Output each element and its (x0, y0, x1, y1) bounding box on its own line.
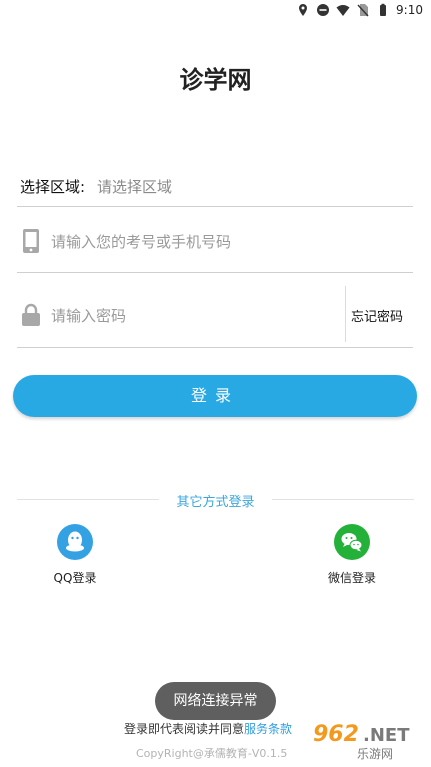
phone-icon (23, 229, 39, 253)
login-button[interactable]: 登录 (13, 375, 417, 417)
wechat-icon[interactable] (334, 524, 370, 560)
qq-icon[interactable] (57, 524, 93, 560)
agreement-prefix: 登录即代表阅读并同意 (124, 722, 245, 736)
status-time: 9:10 (396, 3, 423, 17)
lock-icon (22, 303, 40, 326)
svg-text:962: 962 (313, 722, 359, 747)
svg-text:.NET: .NET (363, 725, 410, 746)
region-placeholder[interactable]: 请选择区域 (97, 176, 172, 197)
battery-icon (380, 3, 387, 16)
region-selector[interactable]: 选择区域: 请选择区域 (17, 165, 413, 207)
location-icon (299, 4, 308, 16)
wechat-login-label: 微信登录 (327, 571, 376, 585)
do-not-disturb-icon (317, 4, 330, 16)
qq-login-label: QQ登录 (53, 571, 97, 585)
region-label: 选择区域: (20, 178, 86, 196)
copyright-text: CopyRight@承儒教育-V0.1.5 (136, 747, 288, 760)
password-field[interactable]: 请输入密码 忘记密码 (17, 286, 413, 348)
forgot-password-button[interactable]: 忘记密码 (351, 306, 403, 325)
account-field[interactable]: 请输入您的考号或手机号码 (17, 212, 413, 273)
wifi-icon (336, 5, 350, 16)
status-bar: 9:10 (0, 0, 431, 24)
agreement-text: 登录即代表阅读并同意服务条款 (124, 720, 292, 737)
password-input[interactable]: 请输入密码 (51, 305, 126, 326)
qq-login-button[interactable]: QQ登录 (30, 524, 120, 586)
site-watermark-logo: 962 .NET 乐游网 (305, 717, 425, 763)
page-title: 诊学网 (179, 66, 252, 94)
toast-message: 网络连接异常 (155, 682, 276, 720)
divider-right (272, 499, 414, 500)
status-icons: 9:10 (296, 3, 423, 17)
other-login-title: 其它方式登录 (176, 495, 255, 510)
wechat-login-button[interactable]: 微信登录 (307, 524, 397, 586)
svg-text:乐游网: 乐游网 (357, 747, 393, 761)
terms-link[interactable]: 服务条款 (244, 722, 292, 736)
field-divider (345, 286, 346, 342)
no-sim-icon (357, 4, 369, 17)
account-input[interactable]: 请输入您的考号或手机号码 (51, 231, 231, 252)
